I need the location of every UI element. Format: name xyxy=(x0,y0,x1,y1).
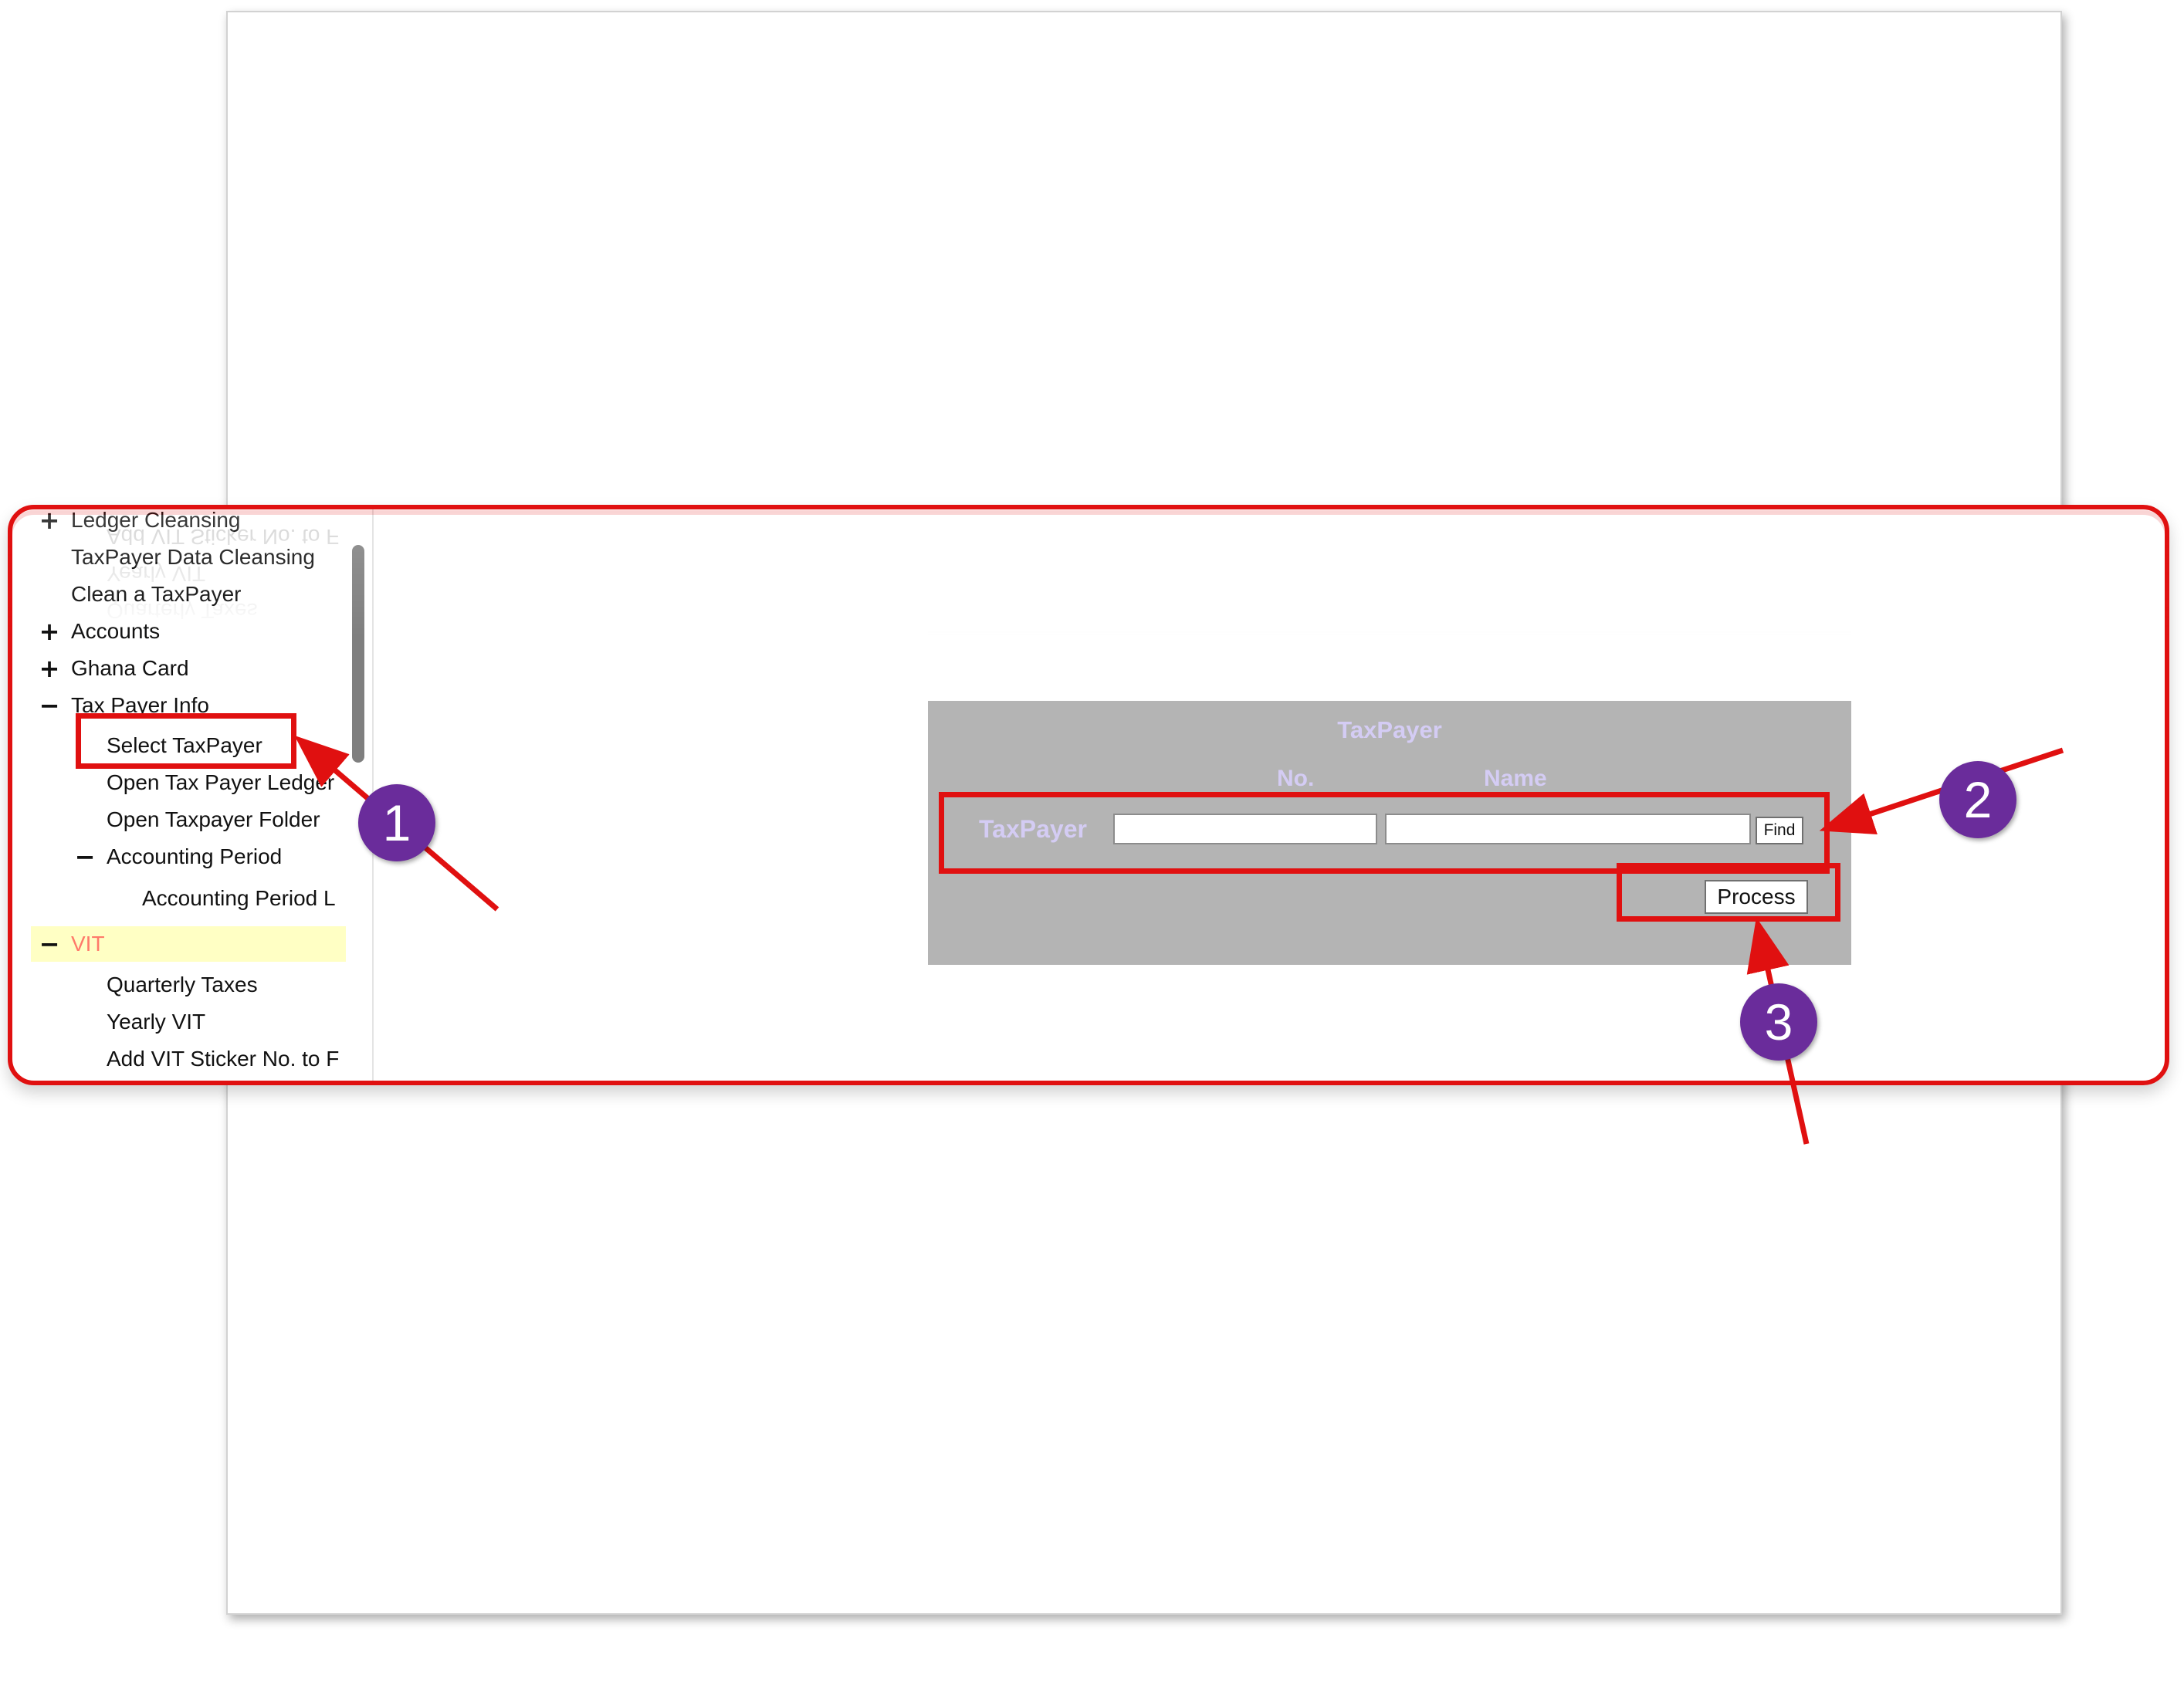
plus-icon[interactable]: + xyxy=(34,653,65,684)
tree-item-quarterly-taxes[interactable]: Quarterly Taxes xyxy=(66,969,352,1000)
tree-item-accounts[interactable]: + Accounts xyxy=(31,616,347,647)
tree-item-open-taxpayer-folder[interactable]: Open Taxpayer Folder xyxy=(66,804,352,835)
tree-item-ghana-card[interactable]: + Ghana Card xyxy=(31,653,347,684)
tree-item-label: Quarterly Taxes xyxy=(107,973,258,996)
step-badge-1: 1 xyxy=(358,784,435,861)
step-badge-2: 2 xyxy=(1939,761,2016,838)
tree-item-label: VIT xyxy=(71,932,105,956)
tree-item-label: Clean a TaxPayer xyxy=(71,582,242,606)
minus-icon[interactable]: − xyxy=(34,690,65,721)
tree-item-accounting-period[interactable]: − Accounting Period xyxy=(66,841,352,872)
tree-item-label: Ledger Cleansing xyxy=(71,508,241,532)
tree-item-label: Open Taxpayer Folder xyxy=(107,807,320,831)
tree-item-open-tax-payer-ledger[interactable]: Open Tax Payer Ledger xyxy=(66,767,352,798)
column-header-name: Name xyxy=(1484,766,1547,791)
tree-item-label: Yearly VIT xyxy=(107,1010,206,1034)
plus-icon[interactable]: + xyxy=(34,616,65,647)
highlight-process-button xyxy=(1617,863,1840,922)
navigation-tree: + Ledger Cleansing TaxPayer Data Cleansi… xyxy=(12,509,374,1081)
minus-icon[interactable]: − xyxy=(69,841,100,872)
plus-icon[interactable]: + xyxy=(34,509,65,536)
minus-icon[interactable]: − xyxy=(34,926,65,962)
tree-item-vit[interactable]: − VIT xyxy=(31,926,346,962)
tree-item-label: TaxPayer Data Cleansing xyxy=(71,545,315,569)
tree-item-label: Add VIT Sticker No. to F xyxy=(107,1047,340,1071)
highlight-taxpayer-fields xyxy=(939,792,1830,874)
tree-item-clean-a-taxpayer[interactable]: Clean a TaxPayer xyxy=(31,579,347,610)
form-title: TaxPayer xyxy=(1337,716,1442,743)
tree-item-add-vit-sticker[interactable]: Add VIT Sticker No. to F xyxy=(66,1044,346,1074)
column-header-no: No. xyxy=(1277,766,1315,791)
tree-item-label: Accounts xyxy=(71,619,161,643)
tree-item-taxpayer-data-cleansing[interactable]: TaxPayer Data Cleansing xyxy=(31,542,347,573)
highlight-select-taxpayer xyxy=(76,713,296,769)
tree-item-ledger-cleansing[interactable]: + Ledger Cleansing xyxy=(31,508,363,536)
tree-item-accounting-period-l[interactable]: Accounting Period L xyxy=(102,883,346,914)
tree-item-label: Open Tax Payer Ledger xyxy=(107,770,335,794)
step-badge-3: 3 xyxy=(1740,983,1817,1061)
tree-item-label: Accounting Period xyxy=(107,844,283,868)
tree-item-yearly-vit[interactable]: Yearly VIT xyxy=(66,1007,352,1037)
tree-item-label: Ghana Card xyxy=(71,656,189,680)
tree-scrollbar[interactable] xyxy=(352,545,364,763)
tree-item-label: Accounting Period L xyxy=(142,886,336,910)
